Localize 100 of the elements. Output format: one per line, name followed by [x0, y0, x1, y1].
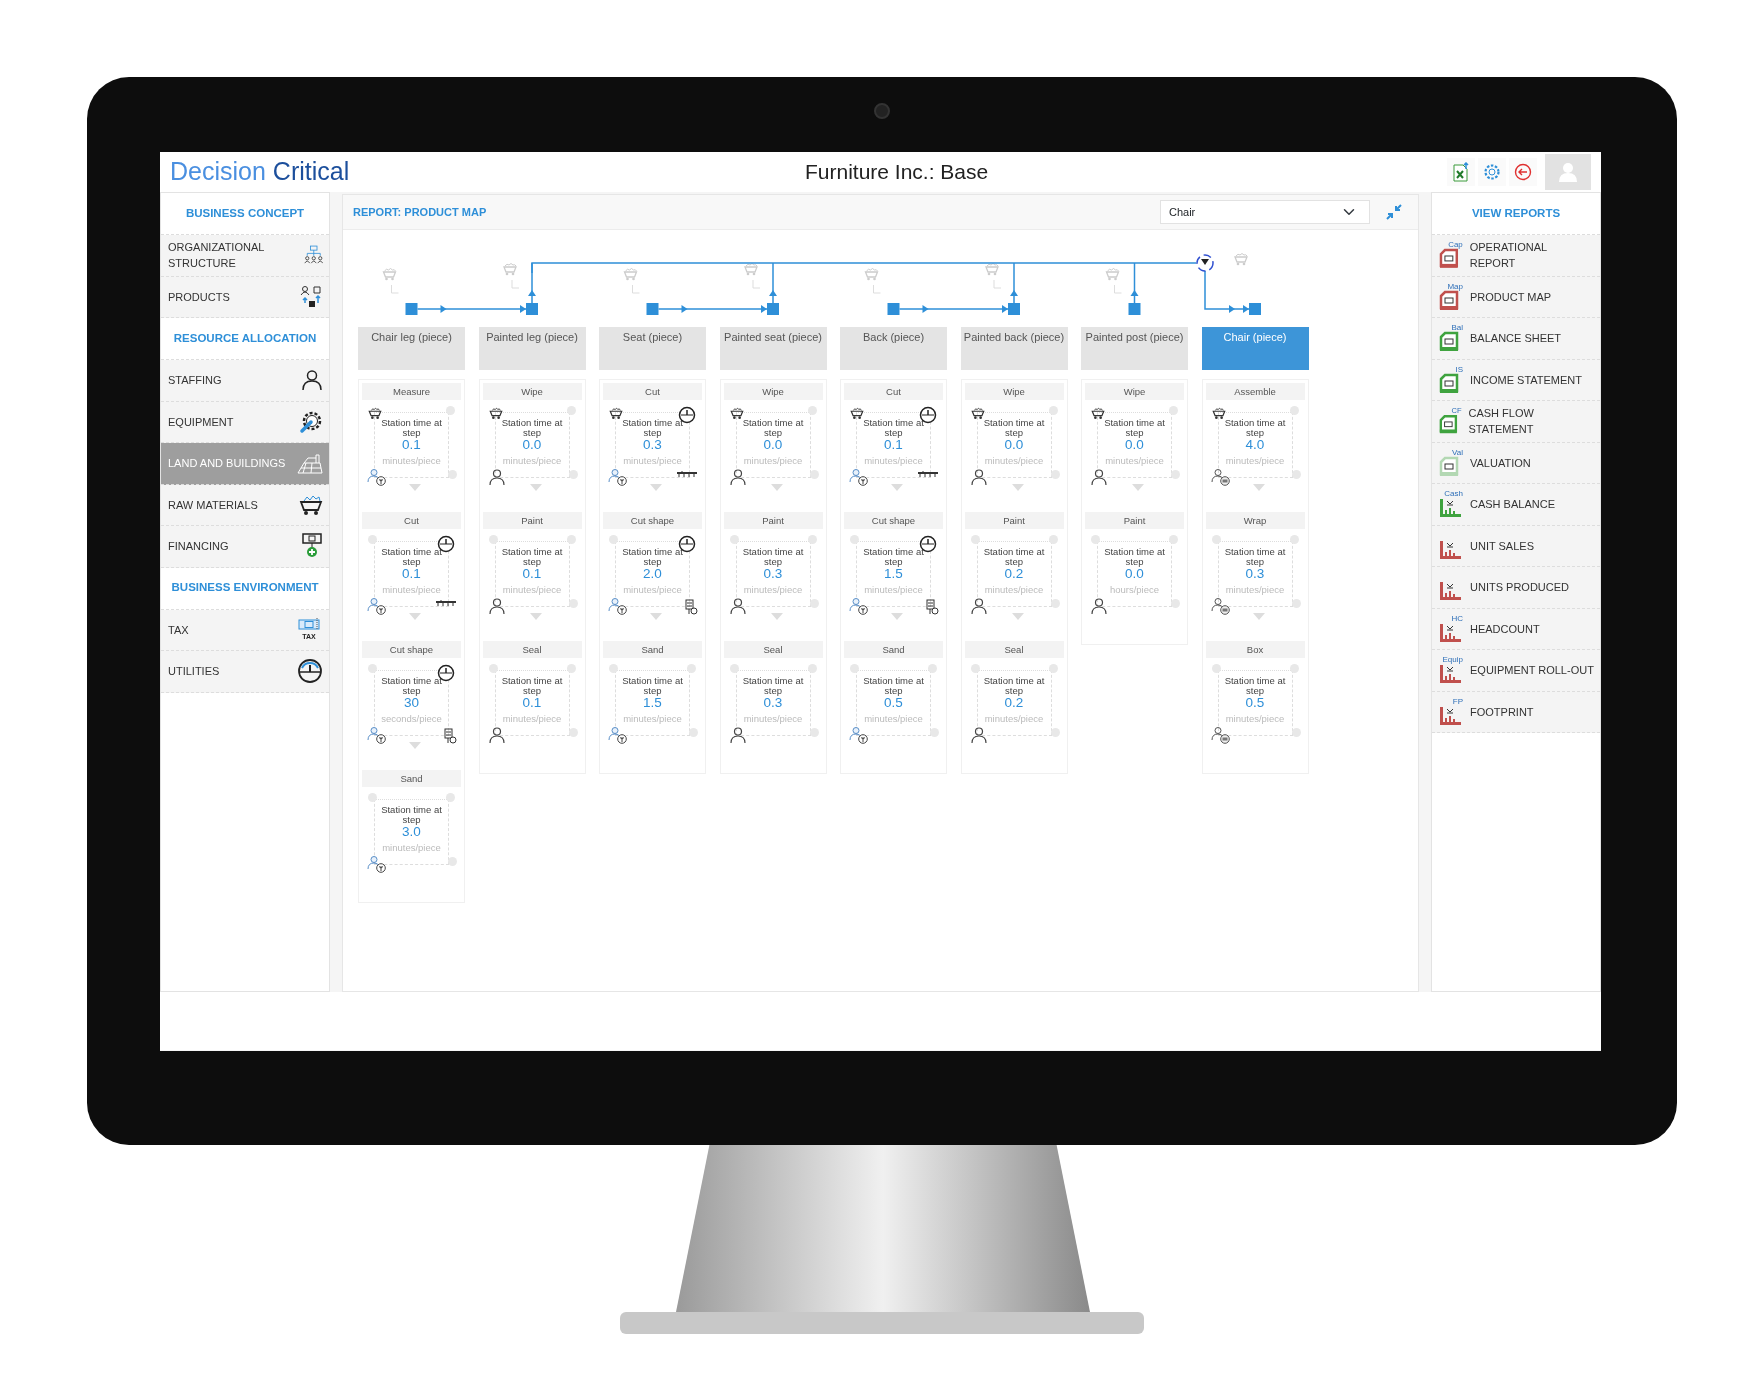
product-select[interactable]: Chair — [1160, 200, 1370, 224]
metric-label: Station time at step — [741, 676, 805, 695]
metric-value: 0.5 — [1244, 695, 1266, 712]
metric-value: 0.0 — [1124, 437, 1145, 454]
report-link[interactable]: Cash CASH BALANCE — [1432, 484, 1600, 526]
connector-dot — [1050, 599, 1060, 608]
metric-unit: minutes/piece — [983, 711, 1045, 726]
product-tab[interactable]: Chair leg (piece) — [358, 327, 465, 370]
down-caret-icon — [409, 484, 421, 491]
report-link[interactable]: Val VALUATION — [1432, 442, 1600, 484]
connector-dot — [448, 470, 457, 479]
report-link[interactable]: FP FOOTPRINT — [1432, 691, 1600, 733]
money-plus-icon — [301, 533, 323, 560]
down-caret-icon — [650, 484, 662, 491]
report-link[interactable]: Cap OPERATIONAL REPORT — [1432, 235, 1600, 277]
report-link[interactable]: HC HEADCOUNT — [1432, 608, 1600, 650]
metric-value: 0.1 — [401, 566, 422, 583]
connector-dot — [568, 470, 578, 479]
product-tab[interactable]: Painted back (piece) — [960, 327, 1068, 370]
metric-label: Station time at step — [741, 547, 805, 566]
step-heading: Cut shape — [362, 641, 461, 658]
step-heading: Wipe — [482, 383, 582, 400]
connector-dot — [809, 470, 819, 479]
product-tab[interactable]: Painted seat (piece) — [719, 327, 827, 370]
gauge-icon — [297, 658, 323, 685]
metric-label: Station time at step — [982, 676, 1046, 695]
step-heading: Sand — [603, 641, 702, 658]
metric-label: Station time at step — [862, 676, 925, 695]
metric-value: 0.1 — [521, 566, 543, 583]
metric-value: 4.0 — [1244, 437, 1266, 454]
report-link[interactable]: Bal BALANCE SHEET — [1432, 318, 1600, 360]
step-heading: Paint — [1085, 512, 1184, 529]
step-heading: Cut shape — [603, 512, 702, 529]
metric-value: 0.2 — [1003, 695, 1025, 712]
connector-dot — [448, 857, 457, 866]
product-tab[interactable]: Seat (piece) — [599, 327, 706, 370]
step-heading: Seal — [482, 641, 582, 658]
step-heading: Wrap — [1205, 512, 1305, 529]
metric-unit: minutes/piece — [1224, 453, 1286, 468]
report-link[interactable]: UNITS PRODUCED — [1432, 567, 1600, 609]
down-caret-icon — [1011, 484, 1024, 491]
connector-dot — [1050, 728, 1060, 737]
sidebar-item[interactable]: PRODUCTS — [161, 276, 329, 318]
settings-button[interactable] — [1478, 158, 1506, 186]
sidebar-item[interactable]: EQUIPMENT — [161, 401, 329, 443]
report-link[interactable]: Map PRODUCT MAP — [1432, 276, 1600, 318]
report-link[interactable]: UNIT SALES — [1432, 525, 1600, 567]
back-button[interactable] — [1509, 158, 1537, 186]
metric-unit: minutes/piece — [381, 582, 442, 597]
metric-unit: seconds/piece — [380, 711, 443, 726]
down-caret-icon — [770, 484, 783, 491]
window-title: Furniture Inc.: Base — [804, 159, 990, 186]
people-products-icon — [299, 284, 323, 309]
sidebar-item[interactable]: FINANCING — [161, 526, 329, 568]
report-link[interactable]: IS INCOME STATEMENT — [1432, 359, 1600, 401]
step-heading: Wipe — [723, 383, 823, 400]
metric-label: Station time at step — [380, 547, 443, 566]
down-caret-icon — [770, 613, 783, 620]
camera-icon — [874, 103, 890, 119]
report-link[interactable]: Equip EQUIPMENT ROLL-OUT — [1432, 650, 1600, 692]
connector-dot — [1050, 470, 1060, 479]
metric-label: Station time at step — [380, 805, 443, 824]
product-tab[interactable]: Back (piece) — [840, 327, 947, 370]
metric-label: Station time at step — [1103, 547, 1166, 566]
connector-dot — [1291, 728, 1301, 737]
step-heading: Cut — [603, 383, 702, 400]
person-icon — [301, 369, 323, 392]
connector-dot — [568, 599, 578, 608]
sidebar-item[interactable]: ORGANIZATIONAL STRUCTURE — [161, 235, 329, 277]
step-heading: Seal — [723, 641, 823, 658]
metric-label: Station time at step — [621, 676, 684, 695]
connector-dot — [689, 728, 698, 737]
export-spreadsheet-button[interactable] — [1447, 158, 1475, 186]
metric-unit: minutes/piece — [863, 582, 924, 597]
metric-value: 0.1 — [401, 437, 422, 454]
connector-dot — [809, 599, 819, 608]
down-caret-icon — [529, 613, 542, 620]
report-link[interactable]: CF CASH FLOW STATEMENT — [1432, 401, 1600, 443]
metric-value: 0.3 — [642, 437, 663, 454]
metric-value: 0.1 — [883, 437, 904, 454]
product-tab[interactable]: Painted post (piece) — [1081, 327, 1188, 370]
step-heading: Cut — [844, 383, 943, 400]
down-caret-icon — [1132, 484, 1144, 491]
metric-label: Station time at step — [621, 418, 684, 437]
product-tab[interactable]: Painted leg (piece) — [478, 327, 586, 370]
down-caret-icon — [891, 613, 903, 620]
down-caret-icon — [1011, 613, 1024, 620]
metric-unit: minutes/piece — [381, 453, 442, 468]
down-caret-icon — [1252, 484, 1265, 491]
sidebar-item[interactable]: STAFFING — [161, 360, 329, 402]
metric-label: Station time at step — [500, 418, 564, 437]
metric-label: Station time at step — [1223, 547, 1287, 566]
connector-dot — [1171, 470, 1180, 479]
sidebar-item[interactable]: UTILITIES — [161, 651, 329, 693]
metric-value: 0.3 — [762, 566, 784, 583]
app-logo: Decision Critical — [170, 156, 350, 188]
connector-dot — [568, 728, 578, 737]
connector-dot — [930, 728, 939, 737]
step-heading: Wipe — [1085, 383, 1184, 400]
sidebar-item[interactable]: RAW MATERIALS — [161, 484, 329, 526]
